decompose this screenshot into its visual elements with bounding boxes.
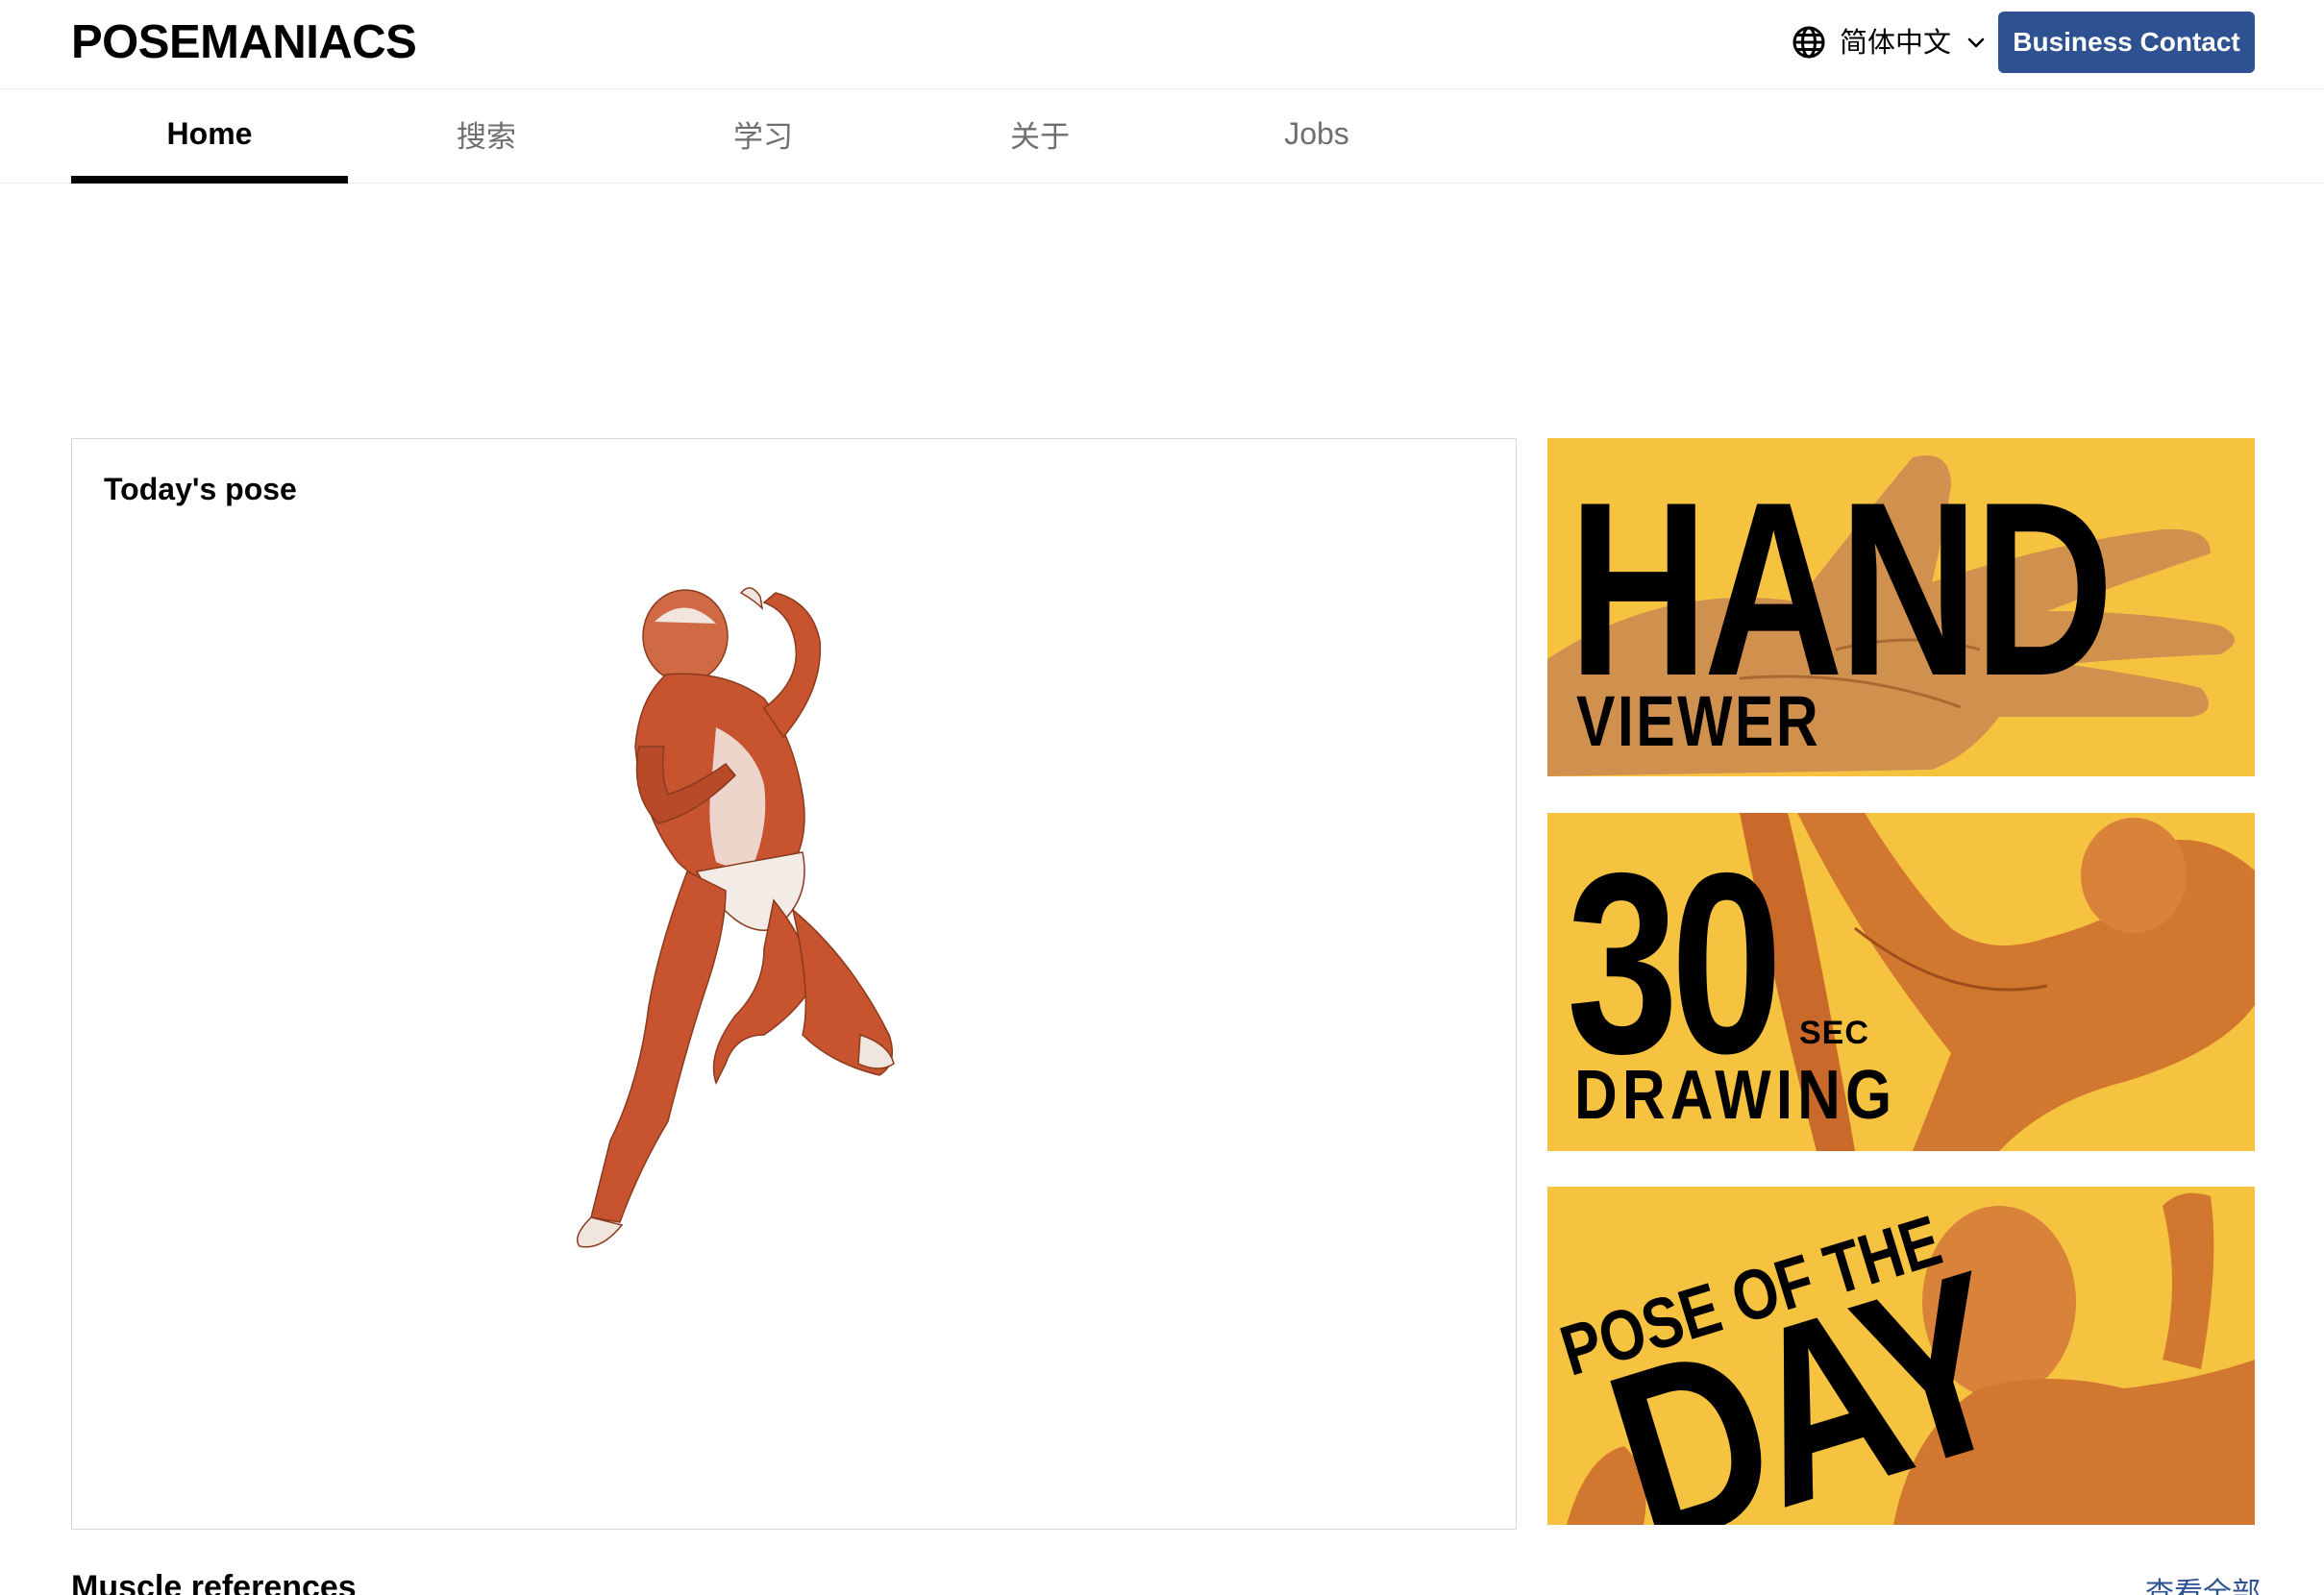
muscle-figure-image[interactable]: [572, 583, 1072, 1256]
language-label: 简体中文: [1840, 26, 1952, 59]
main-nav-tabs: Home 搜索 学习 关于 Jobs: [0, 89, 2324, 184]
language-selector[interactable]: 简体中文: [1792, 21, 1988, 63]
hand-viewer-subtitle: VIEWER: [1576, 681, 1821, 761]
business-contact-button[interactable]: Business Contact: [1998, 12, 2255, 73]
tab-jobs[interactable]: Jobs: [1178, 89, 1455, 184]
thirty-sec-number: 30: [1567, 819, 1783, 1107]
todays-pose-title: Today's pose: [104, 472, 297, 506]
tab-home[interactable]: Home: [71, 89, 348, 184]
thirty-sec-unit: SEC: [1799, 1015, 1869, 1051]
hand-viewer-title: HAND: [1569, 450, 2114, 727]
muscle-references-title: Muscle references: [71, 1569, 357, 1595]
chevron-down-icon: [1967, 37, 1985, 48]
see-all-link[interactable]: 查看全部: [2145, 1569, 2261, 1595]
thirty-sec-drawing-banner[interactable]: 30 SEC DRAWING: [1547, 813, 2255, 1151]
tab-learn[interactable]: 学习: [625, 89, 902, 184]
top-header: POSEMANIACS 简体中文 Business Contact: [0, 0, 2324, 89]
site-logo[interactable]: POSEMANIACS: [71, 15, 417, 69]
tab-about[interactable]: 关于: [902, 89, 1178, 184]
hand-viewer-banner[interactable]: HAND VIEWER: [1547, 438, 2255, 776]
pose-of-the-day-banner[interactable]: POSE OF THE DAY: [1547, 1187, 2255, 1525]
tab-search[interactable]: 搜索: [348, 89, 625, 184]
globe-icon: [1792, 26, 1825, 59]
thirty-sec-subtitle: DRAWING: [1574, 1057, 1897, 1134]
todays-pose-card[interactable]: Today's pose: [71, 438, 1517, 1530]
